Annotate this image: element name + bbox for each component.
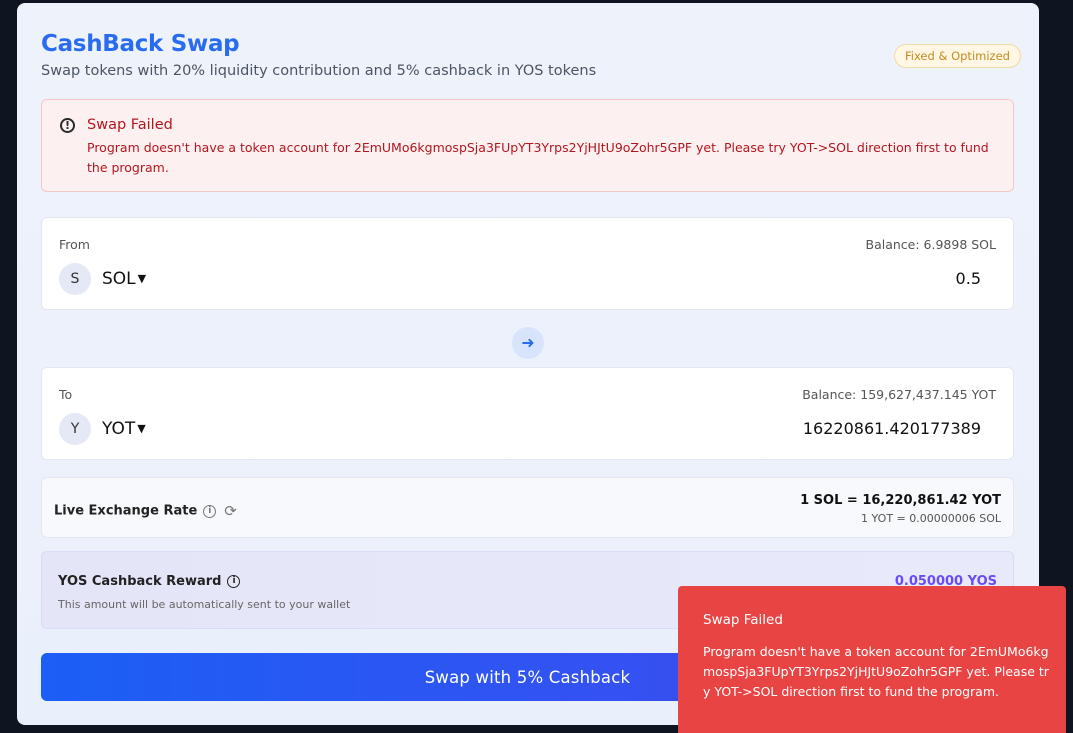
- from-label: From: [59, 237, 90, 252]
- rate-inverse: 1 YOT = 0.00000006 SOL: [861, 512, 1001, 525]
- from-token-avatar: S: [59, 263, 91, 295]
- cashback-note: This amount will be automatically sent t…: [58, 598, 351, 611]
- rate-main: 1 SOL = 16,220,861.42 YOT: [800, 493, 1001, 508]
- rate-label-group: Live Exchange Rate i ⟳: [54, 502, 237, 520]
- chevron-down-icon: ▼: [137, 422, 146, 435]
- exchange-rate-panel: Live Exchange Rate i ⟳ 1 SOL = 16,220,861.…: [41, 477, 1014, 538]
- cashback-title: YOS Cashback Reward: [58, 574, 222, 589]
- cashback-title-group: YOS Cashback Reward i: [58, 574, 241, 589]
- info-icon[interactable]: i: [203, 504, 217, 518]
- to-balance: Balance: 159,627,437.145 YOT: [802, 387, 996, 402]
- error-alert: ! Swap Failed Program doesn't have a tok…: [41, 99, 1014, 192]
- to-label: To: [59, 387, 73, 402]
- from-balance: Balance: 6.9898 SOL: [865, 237, 997, 252]
- toast-title: Swap Failed: [703, 612, 783, 628]
- toast-message: Program doesn't have a token account for…: [703, 644, 1049, 699]
- to-token-label: YOT: [102, 419, 136, 439]
- chevron-down-icon: ▼: [137, 272, 147, 285]
- rate-label: Live Exchange Rate: [54, 503, 198, 519]
- status-badge: Fixed & Optimized: [894, 44, 1021, 68]
- from-panel: From Balance: 6.9898 SOL S SOL ▼: [41, 217, 1014, 310]
- alert-message: Program doesn't have a token account for…: [87, 140, 989, 175]
- page-title: CashBack Swap: [41, 31, 240, 57]
- refresh-icon[interactable]: ⟳: [224, 502, 237, 520]
- to-panel: To Balance: 159,627,437.145 YOT Y YOT ▼: [41, 367, 1014, 460]
- error-toast[interactable]: Swap Failed Program doesn't have a token…: [678, 586, 1066, 733]
- to-token-select[interactable]: YOT ▼: [102, 419, 146, 439]
- from-token-select[interactable]: SOL ▼: [102, 269, 146, 289]
- swap-direction-button[interactable]: ➜: [512, 327, 544, 359]
- arrow-right-icon: ➜: [521, 333, 535, 352]
- info-icon[interactable]: i: [227, 575, 241, 588]
- from-amount-input[interactable]: [581, 269, 981, 288]
- to-amount-input[interactable]: [581, 419, 981, 438]
- to-token-avatar: Y: [59, 413, 91, 445]
- alert-circle-icon: !: [60, 118, 75, 133]
- page-subtitle: Swap tokens with 20% liquidity contribut…: [41, 63, 597, 79]
- from-token-label: SOL: [102, 269, 136, 289]
- alert-title: Swap Failed: [87, 117, 173, 133]
